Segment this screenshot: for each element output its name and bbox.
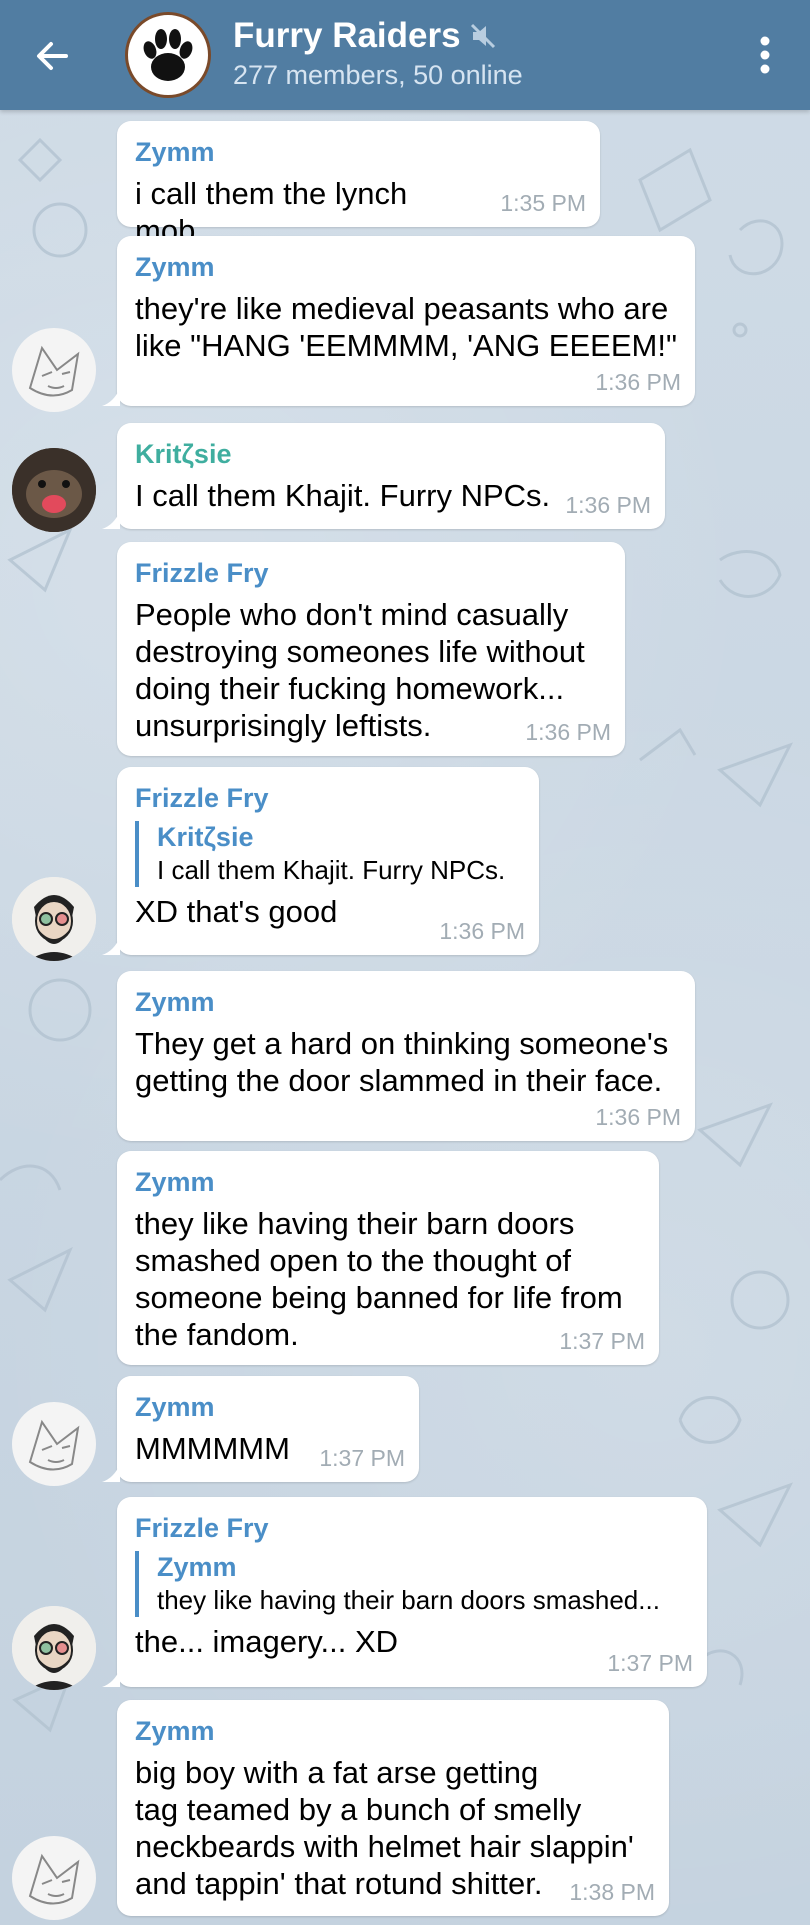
muted-speaker-icon xyxy=(469,22,497,50)
back-button[interactable] xyxy=(22,26,82,86)
message-bubble[interactable]: Frizzle Fry Zymm they like having their … xyxy=(117,1497,707,1687)
bubble-tail xyxy=(102,1464,120,1482)
group-name: Furry Raiders xyxy=(233,16,461,55)
message-bubble[interactable]: Zymm they like having their barn doors s… xyxy=(117,1151,659,1365)
bubble-tail xyxy=(102,937,120,955)
reply-quote[interactable]: Kritζsie I call them Khajit. Furry NPCs. xyxy=(135,821,521,887)
avatar-zymm[interactable] xyxy=(12,1402,96,1486)
avatar-zymm[interactable] xyxy=(12,328,96,412)
avatar-frizzle-fry[interactable] xyxy=(12,877,96,961)
otter-photo-icon xyxy=(12,448,96,532)
sender-name[interactable]: Zymm xyxy=(135,985,677,1019)
more-options-button[interactable] xyxy=(740,30,790,80)
sender-name[interactable]: Zymm xyxy=(135,1165,641,1199)
sender-name[interactable]: Frizzle Fry xyxy=(135,1511,689,1545)
message-bubble[interactable]: Zymm they're like medieval peasants who … xyxy=(117,236,695,406)
back-arrow-icon xyxy=(37,42,68,70)
reply-sender-name: Zymm xyxy=(157,1552,237,1582)
message-bubble[interactable]: Kritζsie I call them Khajit. Furry NPCs.… xyxy=(117,423,665,529)
message-time: 1:35 PM xyxy=(500,190,586,216)
sender-name[interactable]: Frizzle Fry xyxy=(135,781,521,815)
message-time: 1:38 PM xyxy=(569,1879,655,1905)
group-avatar[interactable] xyxy=(125,12,211,98)
reply-text: I call them Khajit. Furry NPCs. xyxy=(157,855,506,885)
message-time: 1:36 PM xyxy=(525,719,611,745)
chat-header: Furry Raiders 277 members, 50 online xyxy=(0,0,810,110)
bearded-man-icon xyxy=(12,877,96,961)
message-bubble[interactable]: Zymm MMMMMM 1:37 PM xyxy=(117,1376,419,1482)
message-bubble[interactable]: Zymm big boy with a fat arse getting tag… xyxy=(117,1700,669,1916)
reply-text: they like having their barn doors smashe… xyxy=(157,1585,660,1615)
message-time: 1:37 PM xyxy=(607,1650,693,1676)
message-time: 1:37 PM xyxy=(319,1445,405,1471)
sender-name[interactable]: Frizzle Fry xyxy=(135,556,607,590)
message-time: 1:36 PM xyxy=(595,1104,681,1130)
sender-name[interactable]: Zymm xyxy=(135,250,677,284)
avatar-zymm[interactable] xyxy=(12,1836,96,1920)
message-bubble[interactable]: Zymm They get a hard on thinking someone… xyxy=(117,971,695,1141)
message-time: 1:36 PM xyxy=(565,492,651,518)
message-bubble[interactable]: Zymm i call them the lynch mob 1:35 PM xyxy=(117,121,600,248)
message-text: they're like medieval peasants who are l… xyxy=(135,291,677,363)
paw-print-icon xyxy=(130,17,206,93)
sender-name[interactable]: Zymm xyxy=(135,1390,401,1424)
avatar-kritzsie[interactable] xyxy=(12,448,96,532)
message-bubble[interactable]: Frizzle Fry People who don't mind casual… xyxy=(117,542,625,756)
bearded-man-icon xyxy=(12,1606,96,1690)
bubble-tail xyxy=(102,511,120,529)
fox-sketch-icon xyxy=(28,1419,80,1471)
chat-title[interactable]: Furry Raiders xyxy=(233,16,497,56)
message-bubble[interactable]: Frizzle Fry Kritζsie I call them Khajit.… xyxy=(117,767,539,955)
sender-name[interactable]: Zymm xyxy=(135,135,582,169)
bubble-tail xyxy=(102,388,120,406)
avatar-frizzle-fry[interactable] xyxy=(12,1606,96,1690)
fox-sketch-icon xyxy=(28,345,80,397)
message-text: They get a hard on thinking someone's ge… xyxy=(135,1026,669,1098)
message-time: 1:36 PM xyxy=(439,918,525,944)
reply-quote[interactable]: Zymm they like having their barn doors s… xyxy=(135,1551,689,1617)
message-time: 1:37 PM xyxy=(559,1328,645,1354)
bubble-tail xyxy=(102,1669,120,1687)
member-count: 277 members, 50 online xyxy=(233,60,523,90)
fox-sketch-icon xyxy=(28,1853,80,1905)
sender-name[interactable]: Kritζsie xyxy=(135,437,647,471)
message-time: 1:36 PM xyxy=(595,369,681,395)
more-vertical-icon xyxy=(760,36,770,74)
sender-name[interactable]: Zymm xyxy=(135,1714,651,1748)
message-text: the... imagery... XD xyxy=(135,1624,399,1659)
reply-sender-name: Kritζsie xyxy=(157,822,254,852)
